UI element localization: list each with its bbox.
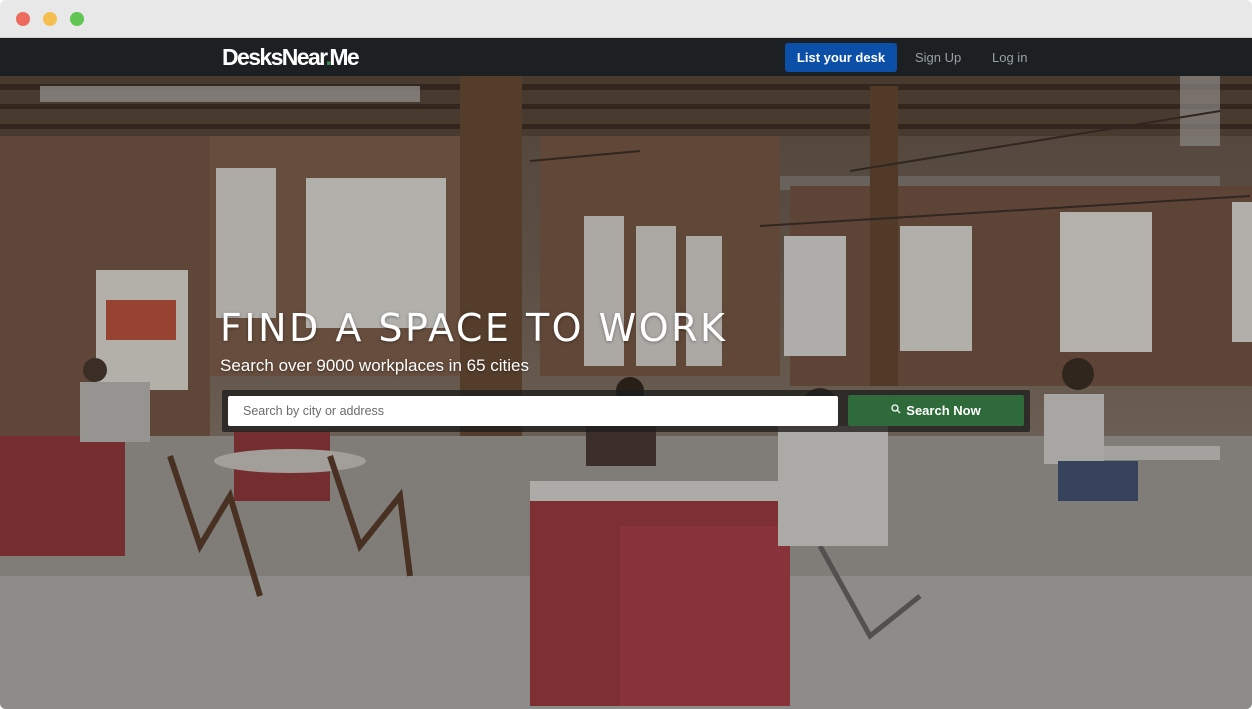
minimize-window-button[interactable] [43,12,57,26]
logo-word-desks: Desks [222,44,283,70]
list-your-desk-button[interactable]: List your desk [785,43,897,72]
hero-headline: FIND A SPACE TO WORK [220,306,728,350]
sign-up-link[interactable]: Sign Up [915,43,961,72]
logo-word-near: Near [281,44,328,70]
close-window-button[interactable] [16,12,30,26]
hero-section: FIND A SPACE TO WORK Search over 9000 wo… [0,76,1252,709]
search-now-label: Search Now [906,403,981,418]
location-search-input[interactable] [228,396,838,426]
logo-word-me: Me [329,44,359,70]
search-bar: Search Now [222,390,1030,432]
search-icon [891,396,901,427]
search-now-button[interactable]: Search Now [848,395,1024,426]
maximize-window-button[interactable] [70,12,84,26]
site-logo[interactable]: DesksNear.Me [222,43,360,71]
browser-window: DesksNear.Me List your desk Sign Up Log … [0,0,1252,709]
hero-subheadline: Search over 9000 workplaces in 65 cities [220,356,529,375]
site-navbar: DesksNear.Me List your desk Sign Up Log … [0,38,1252,76]
log-in-link[interactable]: Log in [992,43,1027,72]
browser-chrome [0,0,1252,38]
